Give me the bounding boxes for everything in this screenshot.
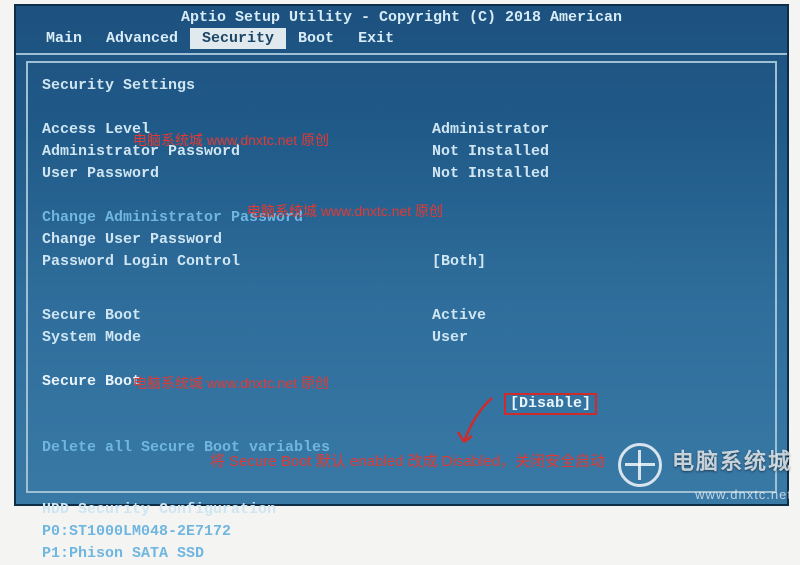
value-user-password: Not Installed bbox=[432, 163, 632, 185]
label-change-user-pw: Change User Password bbox=[42, 229, 432, 251]
row-hdd0[interactable]: P0:ST1000LM048-2E7172 bbox=[42, 521, 761, 543]
row-access-level: Access Level Administrator bbox=[42, 119, 761, 141]
label-pw-login-control: Password Login Control bbox=[42, 251, 432, 273]
row-hdd1[interactable]: P1:Phison SATA SSD bbox=[42, 543, 761, 565]
value-secure-boot: [Disable] bbox=[432, 371, 632, 437]
label-system-mode: System Mode bbox=[42, 327, 432, 349]
heading-text: Security Settings bbox=[42, 75, 432, 97]
label-admin-password: Administrator Password bbox=[42, 141, 432, 163]
label-secure-boot-status: Secure Boot bbox=[42, 305, 432, 327]
panel-heading: Security Settings bbox=[42, 75, 761, 97]
label-user-password: User Password bbox=[42, 163, 432, 185]
row-user-password: User Password Not Installed bbox=[42, 163, 761, 185]
bios-window: Aptio Setup Utility - Copyright (C) 2018… bbox=[14, 4, 789, 506]
value-admin-password: Not Installed bbox=[432, 141, 632, 163]
row-delete-sb-vars[interactable]: Delete all Secure Boot variables bbox=[42, 437, 761, 459]
label-hdd0: P0:ST1000LM048-2E7172 bbox=[42, 521, 432, 543]
row-admin-password: Administrator Password Not Installed bbox=[42, 141, 761, 163]
value-access-level: Administrator bbox=[432, 119, 632, 141]
tab-security[interactable]: Security bbox=[190, 28, 286, 49]
tab-main[interactable]: Main bbox=[34, 28, 94, 49]
row-secure-boot-status: Secure Boot Active bbox=[42, 305, 761, 327]
menu-bar: Main Advanced Security Boot Exit bbox=[16, 28, 787, 55]
label-secure-boot: Secure Boot bbox=[42, 371, 432, 437]
row-change-admin-pw[interactable]: Change Administrator Password bbox=[42, 207, 761, 229]
row-hdd-sec-cfg: HDD Security Configuration bbox=[42, 499, 761, 521]
label-change-admin-pw: Change Administrator Password bbox=[42, 207, 432, 229]
row-change-user-pw[interactable]: Change User Password bbox=[42, 229, 761, 251]
label-hdd1: P1:Phison SATA SSD bbox=[42, 543, 432, 565]
value-pw-login-control: [Both] bbox=[432, 251, 632, 273]
value-system-mode: User bbox=[432, 327, 632, 349]
label-access-level: Access Level bbox=[42, 119, 432, 141]
security-panel: Security Settings Access Level Administr… bbox=[26, 61, 777, 493]
row-system-mode: System Mode User bbox=[42, 327, 761, 349]
label-delete-sb-vars: Delete all Secure Boot variables bbox=[42, 437, 432, 459]
row-pw-login-control[interactable]: Password Login Control [Both] bbox=[42, 251, 761, 273]
tab-exit[interactable]: Exit bbox=[346, 28, 406, 49]
bios-title: Aptio Setup Utility - Copyright (C) 2018… bbox=[16, 6, 787, 28]
value-secure-boot-status: Active bbox=[432, 305, 632, 327]
tab-boot[interactable]: Boot bbox=[286, 28, 346, 49]
tab-advanced[interactable]: Advanced bbox=[94, 28, 190, 49]
row-secure-boot[interactable]: Secure Boot [Disable] bbox=[42, 371, 761, 437]
label-hdd-sec-cfg: HDD Security Configuration bbox=[42, 499, 432, 521]
secure-boot-value-box[interactable]: [Disable] bbox=[504, 393, 597, 415]
